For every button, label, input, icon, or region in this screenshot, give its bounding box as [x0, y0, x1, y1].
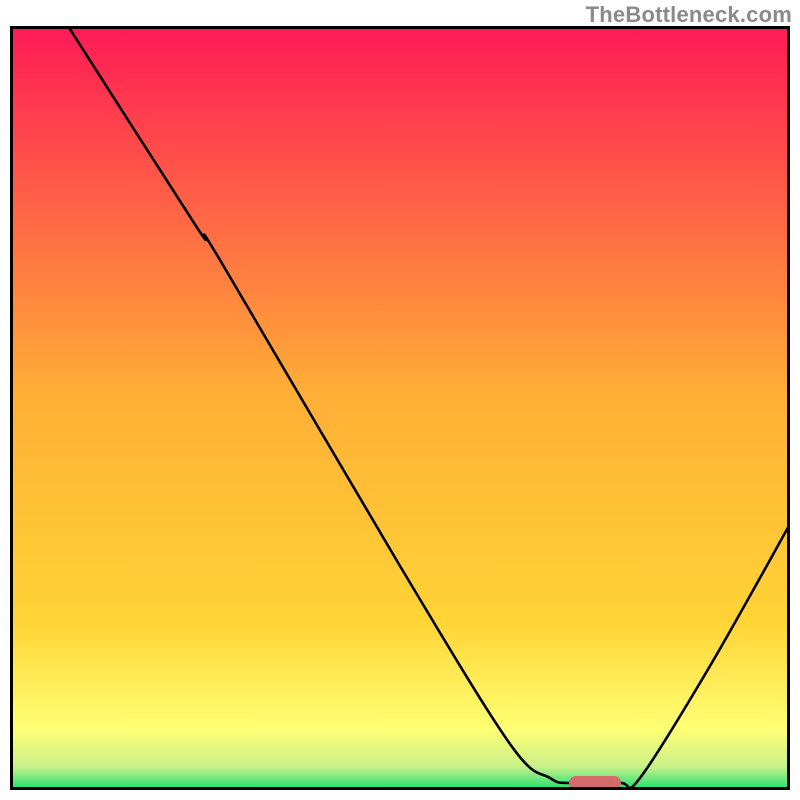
plot-area	[10, 26, 790, 790]
watermark-text: TheBottleneck.com	[586, 2, 792, 28]
plot-svg	[10, 26, 790, 790]
chart-stage: TheBottleneck.com	[0, 0, 800, 800]
gradient-background	[10, 26, 790, 790]
